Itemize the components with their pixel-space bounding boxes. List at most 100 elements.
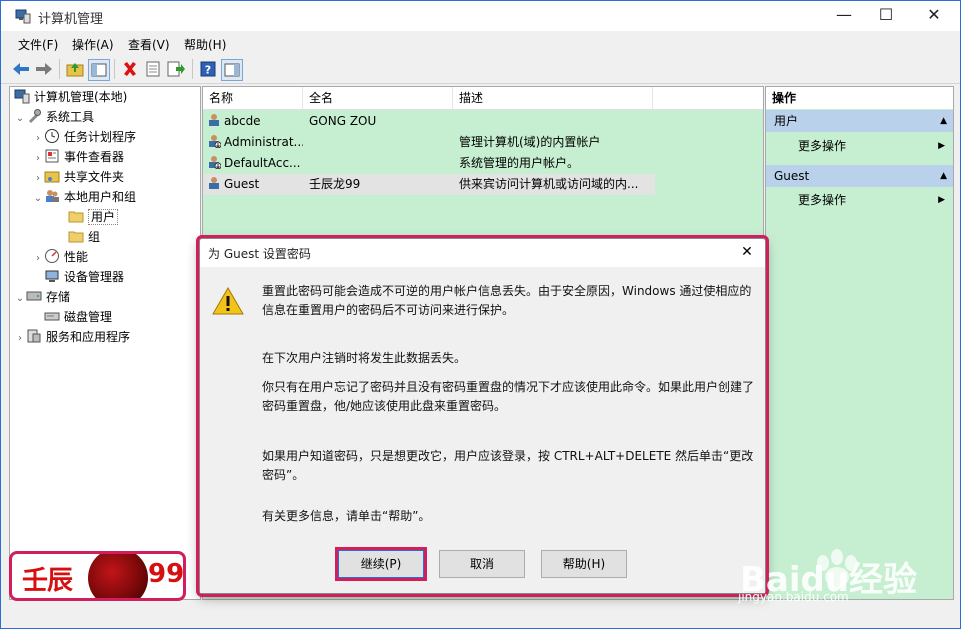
section-label: Guest — [774, 169, 810, 183]
row-description: 供来宾访问计算机或访问域的内... — [459, 177, 639, 191]
cancel-button[interactable]: 取消 — [439, 550, 525, 578]
back-arrow-icon[interactable] — [11, 59, 31, 79]
list-row[interactable]: DefaultAcc... 系统管理的用户帐户。 — [203, 153, 655, 174]
folder-icon — [68, 228, 84, 244]
row-name-cell: Administrat... — [207, 132, 303, 153]
tree-label: 存储 — [46, 290, 71, 304]
continue-button[interactable]: 继续(P) — [338, 550, 424, 578]
folder-icon — [68, 208, 84, 224]
tree-groups[interactable]: 组 — [56, 227, 100, 247]
storage-icon — [26, 288, 42, 304]
tree-label: 事件查看器 — [64, 150, 125, 164]
tree-local-users-groups[interactable]: ⌄ 本地用户和组 — [32, 187, 136, 207]
tree-task-scheduler[interactable]: › 任务计划程序 — [32, 127, 136, 147]
toolbar: ? — [1, 55, 960, 84]
list-header: 名称 全名 描述 — [203, 87, 763, 110]
row-name: DefaultAcc... — [224, 156, 301, 170]
row-name-cell: abcde — [207, 111, 303, 132]
properties-icon[interactable] — [143, 59, 163, 79]
row-description: 管理计算机(域)的内置帐户 — [459, 135, 601, 149]
dialog-body: 重置此密码可能会造成不可逆的用户帐户信息丢失。由于安全原因，Windows 通过… — [200, 267, 765, 593]
column-name[interactable]: 名称 — [203, 87, 303, 109]
row-name: Administrat... — [224, 135, 303, 149]
show-hide-tree-icon[interactable] — [88, 59, 110, 81]
forward-arrow-icon[interactable] — [34, 59, 54, 79]
event-log-icon — [44, 148, 60, 164]
tree-performance[interactable]: › 性能 — [32, 247, 88, 267]
chevron-down-icon[interactable]: ⌄ — [14, 109, 26, 129]
more-actions-guest[interactable]: 更多操作 ▶ — [766, 189, 953, 211]
collapse-up-icon[interactable]: ▲ — [940, 110, 947, 132]
actions-section-guest[interactable]: Guest ▲ — [766, 165, 953, 187]
shared-folder-icon — [44, 168, 60, 184]
user-icon — [207, 176, 221, 190]
row-fullname: 壬辰龙99 — [309, 177, 361, 191]
actions-section-users[interactable]: 用户 ▲ — [766, 110, 953, 132]
author-badge: 壬辰 99 — [9, 551, 186, 601]
watermark-url: jingyan.baidu.com — [738, 590, 849, 604]
tree-shared-folders[interactable]: › 共享文件夹 — [32, 167, 124, 187]
dialog-title-bar: 为 Guest 设置密码 ✕ — [200, 239, 765, 267]
console-tree: 计算机管理(本地) ⌄ 系统工具 › 任务计划程序 › 事件查看器 › 共享文件夹 ⌄ 本… — [9, 86, 201, 600]
column-fullname[interactable]: 全名 — [303, 87, 453, 109]
toolbar-separator — [59, 59, 60, 79]
list-row[interactable]: Administrat... 管理计算机(域)的内置帐户 — [203, 132, 655, 153]
tree-system-tools[interactable]: ⌄ 系统工具 — [14, 107, 94, 127]
list-row-selected[interactable]: Guest 壬辰龙99 供来宾访问计算机或访问域的内... — [203, 174, 655, 195]
show-hide-action-pane-icon[interactable] — [221, 59, 243, 81]
chevron-down-icon[interactable]: ⌄ — [14, 289, 26, 309]
tree-disk-management[interactable]: 磁盘管理 — [32, 307, 112, 327]
tree-label: 本地用户和组 — [64, 190, 137, 204]
more-actions-label: 更多操作 — [798, 139, 847, 153]
chevron-right-icon[interactable]: › — [32, 149, 44, 169]
tree-users[interactable]: 用户 — [56, 207, 119, 227]
chevron-down-icon[interactable]: ⌄ — [32, 189, 44, 209]
export-list-icon[interactable] — [166, 59, 186, 79]
minimize-button[interactable]: — — [821, 1, 867, 31]
chevron-right-icon[interactable]: › — [32, 129, 44, 149]
list-row[interactable]: abcde GONG ZOU — [203, 111, 655, 132]
help-icon[interactable]: ? — [198, 59, 218, 79]
submenu-arrow-icon: ▶ — [938, 141, 945, 151]
dialog-text-help: 有关更多信息，请单击“帮助”。 — [262, 509, 431, 523]
performance-icon — [44, 248, 60, 264]
delete-icon[interactable] — [120, 59, 140, 79]
dialog-close-button[interactable]: ✕ — [737, 241, 757, 263]
toolbar-separator — [192, 59, 193, 79]
tree-device-manager[interactable]: 设备管理器 — [32, 267, 124, 287]
device-manager-icon — [44, 268, 60, 284]
tree-label: 组 — [88, 230, 101, 244]
dialog-text-data-loss: 在下次用户注销时将发生此数据丢失。 — [262, 351, 467, 365]
warning-icon — [212, 286, 244, 316]
dialog-text-forgot-password: 你只有在用户忘记了密码并且没有密码重置盘的情况下才应该使用此命令。如果此用户创建… — [262, 380, 755, 413]
tree-event-viewer[interactable]: › 事件查看器 — [32, 147, 124, 167]
close-button[interactable]: ✕ — [911, 1, 957, 31]
tree-label: 计算机管理(本地) — [34, 90, 128, 104]
tree-label: 设备管理器 — [64, 270, 125, 284]
menu-help[interactable]: 帮助(H) — [184, 36, 226, 53]
menu-action[interactable]: 操作(A) — [72, 36, 114, 53]
submenu-arrow-icon: ▶ — [938, 195, 945, 205]
chevron-right-icon[interactable]: › — [32, 249, 44, 269]
maximize-button[interactable]: ☐ — [863, 1, 909, 31]
title-bar: 计算机管理 — ☐ ✕ — [1, 1, 960, 31]
tree-services-apps[interactable]: › 服务和应用程序 — [14, 327, 130, 347]
tree-storage[interactable]: ⌄ 存储 — [14, 287, 70, 307]
more-actions-label: 更多操作 — [798, 193, 847, 207]
help-button[interactable]: 帮助(H) — [541, 550, 627, 578]
menu-file[interactable]: 文件(F) — [18, 36, 58, 53]
up-folder-icon[interactable] — [65, 59, 85, 79]
tree-label: 系统工具 — [46, 110, 95, 124]
collapse-up-icon[interactable]: ▲ — [940, 165, 947, 187]
actions-pane: 操作 用户 ▲ 更多操作 ▶ Guest ▲ 更多操作 ▶ — [765, 86, 954, 600]
menu-view[interactable]: 查看(V) — [128, 36, 170, 53]
tree-root[interactable]: 计算机管理(本地) — [14, 87, 127, 107]
dialog-text-warning: 重置此密码可能会造成不可逆的用户帐户信息丢失。由于安全原因，Windows 通过… — [262, 284, 752, 317]
row-name-cell: DefaultAcc... — [207, 153, 303, 174]
clock-icon — [44, 128, 60, 144]
tree-label: 性能 — [64, 250, 89, 264]
more-actions-users[interactable]: 更多操作 ▶ — [766, 135, 953, 157]
column-description[interactable]: 描述 — [453, 87, 653, 109]
chevron-right-icon[interactable]: › — [32, 169, 44, 189]
chevron-right-icon[interactable]: › — [14, 329, 26, 349]
